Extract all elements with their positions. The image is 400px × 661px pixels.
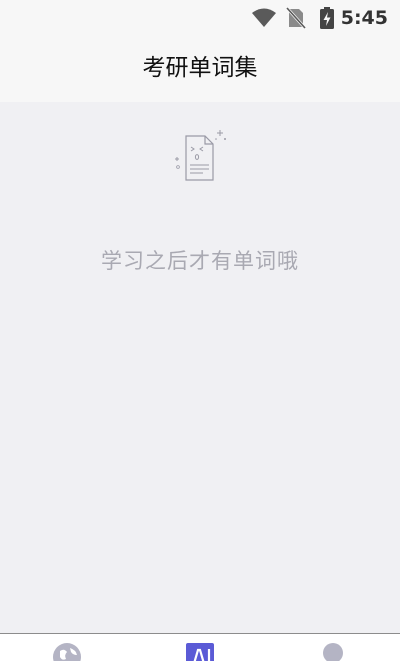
empty-state-message: 学习之后才有单词哦 <box>101 249 299 273</box>
no-sim-icon <box>286 6 306 30</box>
app-header: 考研单词集 <box>0 36 400 102</box>
status-bar: 5:45 <box>0 0 400 36</box>
word-list-area: 学习之后才有单词哦 <box>0 102 400 634</box>
empty-document-icon <box>175 130 226 181</box>
globe-icon <box>52 643 81 661</box>
bottom-tab-bar <box>0 633 400 661</box>
tab-discover[interactable] <box>0 634 133 661</box>
page-title: 考研单词集 <box>142 55 258 81</box>
profile-icon <box>322 643 343 661</box>
wifi-icon <box>252 8 276 27</box>
word-book-icon <box>185 643 214 661</box>
tab-profile[interactable] <box>266 634 399 661</box>
status-time: 5:45 <box>340 7 388 29</box>
battery-charging-icon <box>320 7 334 29</box>
tab-word-book[interactable] <box>133 634 266 661</box>
